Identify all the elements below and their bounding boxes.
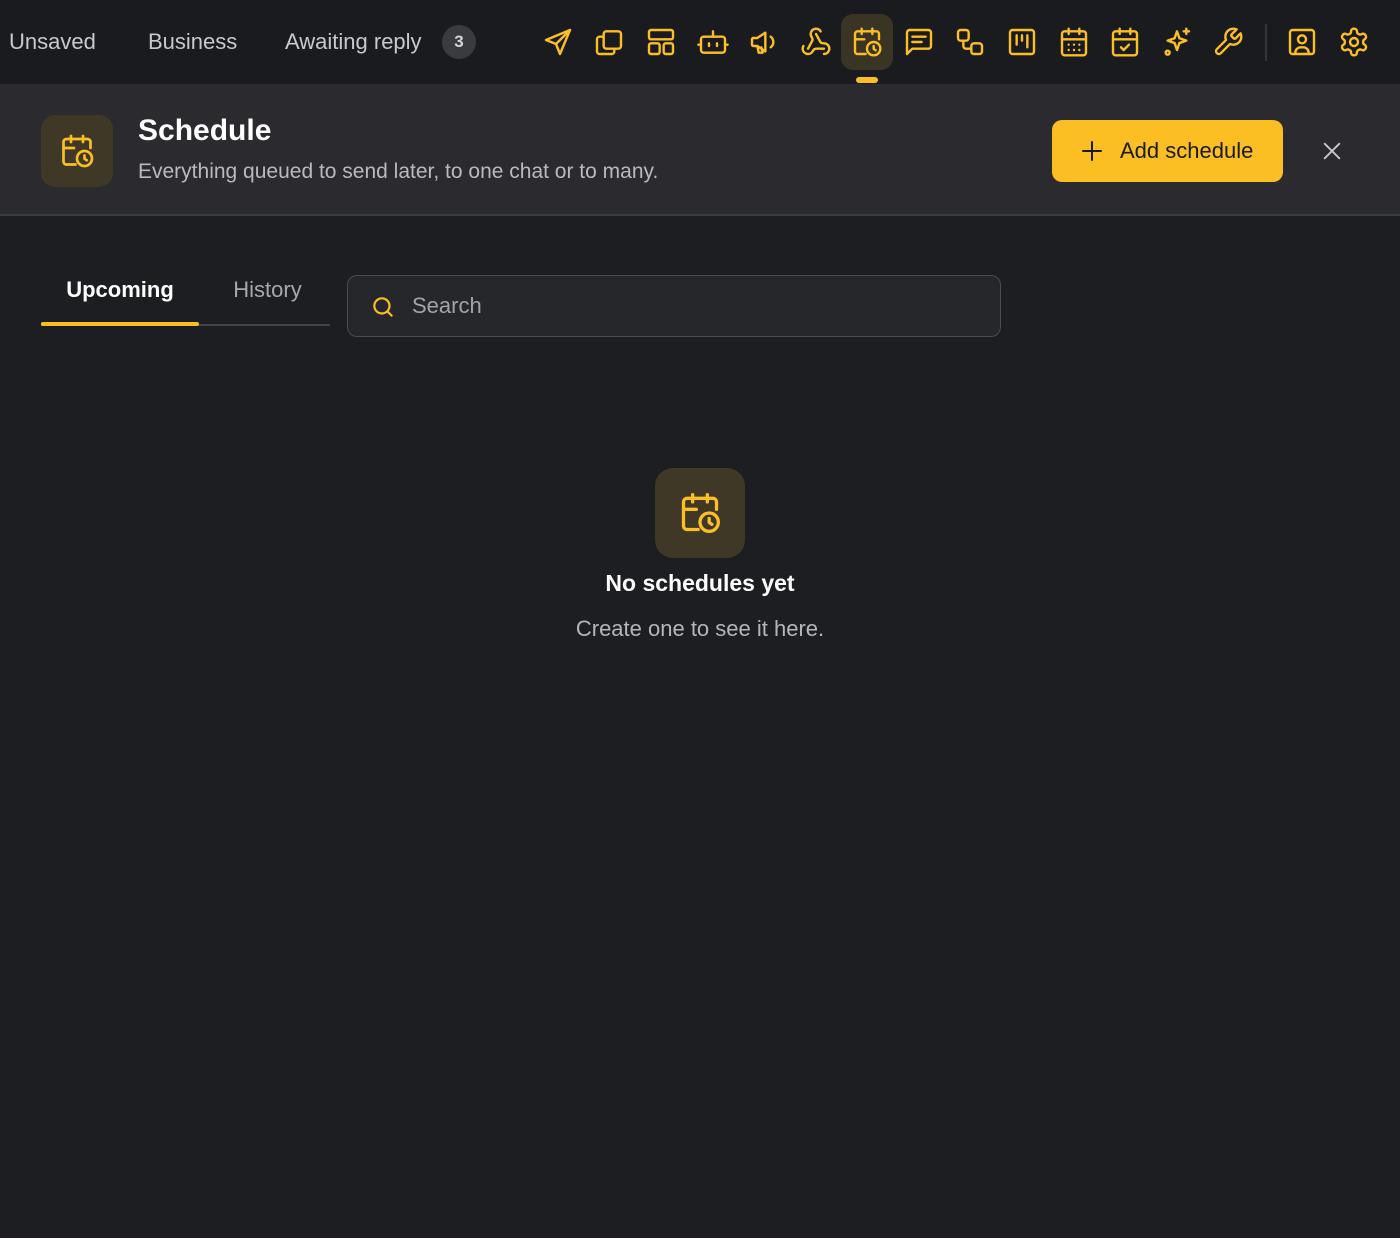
toolbar-divider: [1265, 24, 1267, 61]
page-subtitle: Everything queued to send later, to one …: [138, 160, 659, 183]
schedule-button[interactable]: [841, 14, 893, 70]
search-box: [347, 275, 1001, 337]
page-title: Schedule: [138, 114, 272, 147]
webhook-icon: [801, 27, 831, 56]
send-button[interactable]: [532, 16, 584, 68]
webhook-button[interactable]: [790, 16, 842, 68]
copy-icon: [595, 30, 623, 56]
calendar-check-icon: [1111, 27, 1139, 57]
close-icon: [1323, 142, 1341, 160]
calendar-grid-icon: [1060, 27, 1088, 57]
broadcast-button[interactable]: [738, 16, 790, 68]
copy-button[interactable]: [583, 16, 635, 68]
schedule-header: Schedule Everything queued to send later…: [0, 84, 1400, 216]
add-schedule-label: Add schedule: [1120, 138, 1254, 163]
top-bar: Unsaved Business Awaiting reply 3: [0, 0, 1400, 84]
layout-icon: [647, 28, 675, 56]
empty-state-icon-tile: [655, 468, 745, 558]
bot-button[interactable]: [687, 16, 739, 68]
empty-state-title: No schedules yet: [605, 570, 795, 596]
send-icon: [544, 28, 572, 56]
gear-icon: [1340, 27, 1368, 57]
tab-history[interactable]: History: [205, 270, 330, 310]
active-tool-indicator: [856, 77, 878, 83]
kanban-button[interactable]: [996, 16, 1048, 68]
settings-button[interactable]: [1328, 16, 1380, 68]
awaiting-reply-count-badge: 3: [442, 25, 476, 59]
tab-upcoming[interactable]: Upcoming: [41, 270, 199, 310]
calendar-clock-icon: [62, 134, 94, 168]
search-icon: [373, 297, 393, 317]
close-button[interactable]: [1316, 135, 1348, 167]
filter-business[interactable]: Business: [148, 0, 237, 84]
wrench-icon: [1214, 27, 1243, 56]
filter-unsaved[interactable]: Unsaved: [9, 0, 96, 84]
calendar-button[interactable]: [1048, 16, 1100, 68]
add-schedule-button[interactable]: Add schedule: [1052, 120, 1283, 182]
message-square-icon: [905, 28, 933, 56]
megaphone-icon: [750, 31, 775, 54]
workflow-icon: [956, 28, 984, 56]
plus-icon: [1082, 141, 1102, 161]
tasks-button[interactable]: [1099, 16, 1151, 68]
header-icon-tile: [41, 115, 113, 187]
ai-button[interactable]: [1151, 16, 1203, 68]
contact-button[interactable]: [1276, 16, 1328, 68]
kanban-icon: [1008, 28, 1036, 56]
layout-button[interactable]: [635, 16, 687, 68]
contact-icon: [1288, 28, 1316, 56]
calendar-clock-icon: [853, 27, 882, 57]
search-input[interactable]: [412, 276, 982, 335]
workflow-button[interactable]: [944, 16, 996, 68]
active-tab-indicator: [41, 322, 199, 326]
bot-icon: [697, 30, 729, 54]
tools-button[interactable]: [1202, 16, 1254, 68]
sparkles-icon: [1164, 27, 1191, 56]
calendar-clock-icon: [681, 493, 720, 533]
filter-awaiting-reply[interactable]: Awaiting reply: [285, 0, 422, 84]
templates-button[interactable]: [893, 16, 945, 68]
empty-state-text: Create one to see it here.: [575, 616, 825, 641]
